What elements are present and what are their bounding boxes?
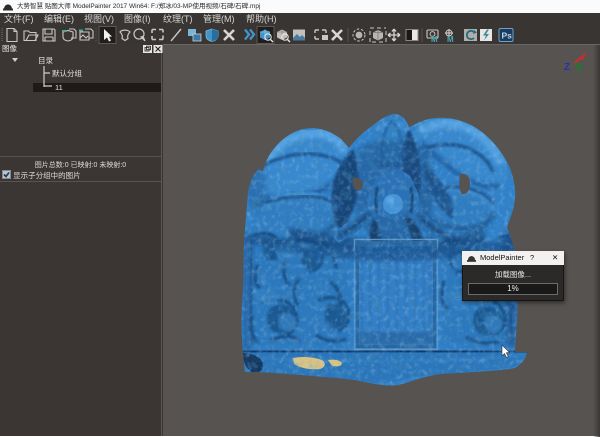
svg-text:Z: Z [564,62,570,73]
svg-text:Ps: Ps [502,31,513,41]
svg-text:Y: Y [576,64,583,75]
svg-text:M: M [431,35,438,44]
svg-text:M: M [447,35,454,44]
